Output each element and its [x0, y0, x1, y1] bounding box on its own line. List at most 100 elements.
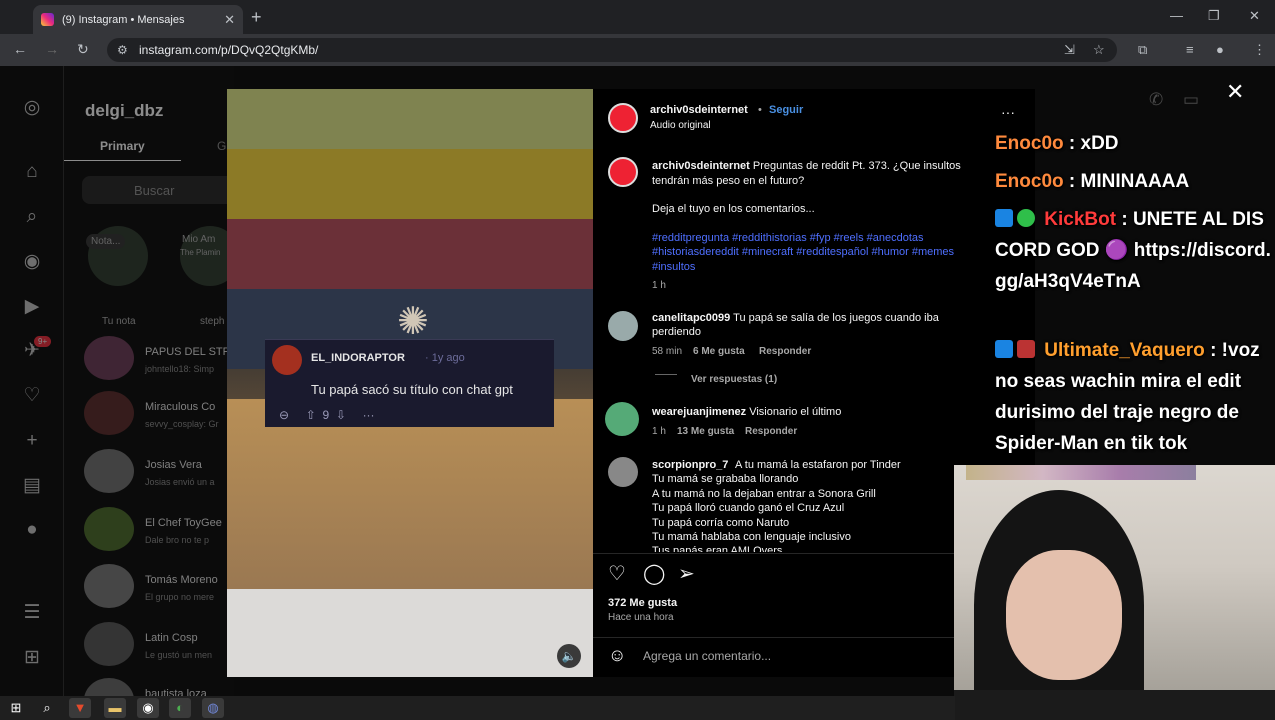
reddit-text: Tu papá sacó su título con chat gpt — [311, 382, 513, 397]
caption-author[interactable]: archiv0sdeinternet — [652, 160, 750, 172]
conversation-preview: Dale bro no te p — [145, 535, 210, 545]
site-info-icon[interactable]: ⚙ — [117, 43, 128, 57]
hashtags[interactable]: #redditpregunta #reddithistorias #fyp #r… — [652, 231, 924, 246]
minimize-button[interactable]: — — [1170, 8, 1183, 23]
hashtags[interactable]: #historiasdereddit #minecraft #redditesp… — [652, 245, 954, 260]
install-app-icon[interactable]: ⇲ — [1064, 42, 1075, 58]
emoji-icon[interactable]: ☺ — [608, 645, 626, 666]
caption: archiv0sdeinternet Preguntas de reddit P… — [652, 159, 997, 188]
create-icon[interactable]: + — [20, 429, 44, 453]
close-window-button[interactable]: ✕ — [1249, 8, 1260, 24]
comment-likes[interactable]: 6 Me gusta — [693, 346, 745, 357]
comment-likes[interactable]: 13 Me gusta — [677, 426, 734, 437]
media-control-icon[interactable]: ≡ — [1186, 42, 1194, 57]
explore-icon[interactable]: ◉ — [20, 250, 44, 274]
reload-icon[interactable]: ↻ — [77, 41, 89, 58]
conversation-item[interactable]: bautista loza — [84, 678, 234, 696]
audio-label[interactable]: Audio original — [650, 119, 711, 134]
instagram-favicon-icon — [41, 13, 54, 26]
conversation-name: PAPUS DEL STR — [145, 346, 231, 358]
new-tab-button[interactable]: + — [251, 7, 262, 28]
windows-start-icon[interactable]: ⊞ — [5, 698, 27, 718]
comment-avatar[interactable] — [605, 402, 639, 436]
url-text: instagram.com/p/DQvQ2QtgKMb/ — [139, 43, 319, 57]
conversation-preview: El grupo no mere — [145, 592, 215, 602]
conversation-item[interactable]: Tomás Moreno El grupo no mere — [84, 564, 234, 614]
search-icon[interactable]: ⌕ — [36, 698, 58, 718]
follow-button[interactable]: Seguir — [769, 103, 803, 118]
share-icon[interactable]: ➢ — [678, 561, 695, 586]
comment-line: Tu mamá hablaba con lenguaje inclusivo — [652, 531, 851, 543]
search-icon[interactable]: ⌕ — [20, 205, 44, 229]
hashtags[interactable]: #insultos — [652, 260, 695, 275]
mute-toggle-icon[interactable]: 🔈 — [557, 644, 581, 668]
browser-tab-instagram[interactable]: (9) Instagram • Mensajes ✕ — [33, 5, 243, 34]
chat-nick: Ultimate_Vaquero — [1044, 340, 1205, 361]
author-avatar[interactable] — [608, 157, 638, 187]
like-heart-icon[interactable]: ♡ — [608, 561, 626, 586]
profile-avatar-icon[interactable]: ● — [1216, 42, 1224, 57]
restore-button[interactable]: ❐ — [1208, 8, 1220, 24]
avatar — [84, 507, 134, 551]
close-modal-icon[interactable]: ✕ — [1226, 79, 1244, 105]
conversation-item[interactable]: PAPUS DEL STR johntello18: Simp — [84, 336, 234, 386]
reply-button[interactable]: Responder — [759, 346, 811, 357]
author-username[interactable]: archiv0sdeinternet — [650, 103, 748, 118]
tab-general[interactable]: G — [217, 139, 226, 153]
chrome-icon[interactable]: ◐ — [169, 698, 191, 718]
view-replies-button[interactable]: Ver respuestas (1) — [691, 374, 777, 385]
search-input[interactable]: Buscar — [82, 176, 234, 204]
file-explorer-icon[interactable]: ▬ — [104, 698, 126, 718]
conversation-item[interactable]: Josias Vera Josias envió un a — [84, 449, 234, 499]
conversation-item[interactable]: Latin Cosp Le gustó un men — [84, 622, 234, 672]
add-comment-input[interactable]: Agrega un comentario... — [643, 649, 771, 664]
vote-count: 9 — [322, 408, 330, 422]
conversation-preview: Le gustó un men — [145, 650, 213, 660]
comment-user[interactable]: canelitapc0099 — [652, 312, 730, 324]
conversation-item[interactable]: El Chef ToyGee Dale bro no te p — [84, 507, 234, 557]
rose-badge-icon — [1017, 340, 1035, 358]
comment-user[interactable]: scorpionpro_7 — [652, 458, 728, 473]
comment-text: canelitapc0099 Tu papá se salía de los j… — [652, 311, 997, 326]
streamer-face — [1006, 550, 1122, 680]
note-label: steph — [200, 316, 225, 327]
home-icon[interactable]: ⌂ — [20, 160, 44, 184]
bookmark-star-icon[interactable]: ☆ — [1093, 42, 1105, 58]
chat-line: Enoc0o : MININAAAA — [995, 166, 1275, 197]
back-icon[interactable]: ← — [13, 41, 27, 57]
comment-user[interactable]: wearejuanjimenez — [652, 406, 746, 418]
chat-nick: Enoc0o — [995, 171, 1064, 192]
tab-underline — [64, 160, 181, 161]
tab-close-icon[interactable]: ✕ — [224, 12, 235, 28]
address-bar[interactable]: ⚙ instagram.com/p/DQvQ2QtgKMb/ — [107, 38, 1117, 62]
comment-bubble-icon[interactable]: ◯ — [643, 561, 665, 586]
author-avatar[interactable] — [608, 103, 638, 133]
notifications-heart-icon[interactable]: ♡ — [20, 384, 44, 408]
discord-icon[interactable]: ◍ — [202, 698, 224, 718]
dashboard-icon[interactable]: ▤ — [20, 474, 44, 498]
conversation-item[interactable]: Miraculous Co sevvy_cosplay: Gr — [84, 391, 234, 441]
account-username[interactable]: delgi_dbz — [85, 101, 163, 121]
dot-separator: • — [758, 104, 762, 116]
tab-primary[interactable]: Primary — [100, 139, 145, 153]
avatar — [84, 622, 134, 666]
profile-icon[interactable]: ● — [20, 518, 44, 542]
obs-icon[interactable]: ◉ — [137, 698, 159, 718]
likes-count[interactable]: 372 Me gusta — [608, 596, 677, 611]
reels-icon[interactable]: ▶ — [20, 295, 44, 319]
more-menu-icon[interactable]: ☰ — [20, 601, 44, 625]
forward-icon[interactable]: → — [45, 41, 59, 57]
also-from-meta-icon[interactable]: ⊞ — [20, 646, 44, 670]
avatar — [84, 678, 134, 696]
more-options-icon[interactable]: ··· — [1001, 105, 1015, 120]
brave-browser-icon[interactable]: ▼ — [69, 698, 91, 718]
call-icon[interactable]: ✆ — [1149, 90, 1163, 110]
video-call-icon[interactable]: ▭ — [1183, 90, 1199, 110]
extensions-icon[interactable]: ⧉ — [1138, 42, 1147, 58]
comment-avatar[interactable] — [608, 457, 638, 487]
caption-time: 1 h — [652, 280, 666, 291]
browser-menu-icon[interactable]: ⋮ — [1253, 42, 1266, 58]
comment-avatar[interactable] — [608, 311, 638, 341]
instagram-logo-icon[interactable]: ◎ — [20, 96, 44, 120]
reply-button[interactable]: Responder — [745, 426, 797, 437]
